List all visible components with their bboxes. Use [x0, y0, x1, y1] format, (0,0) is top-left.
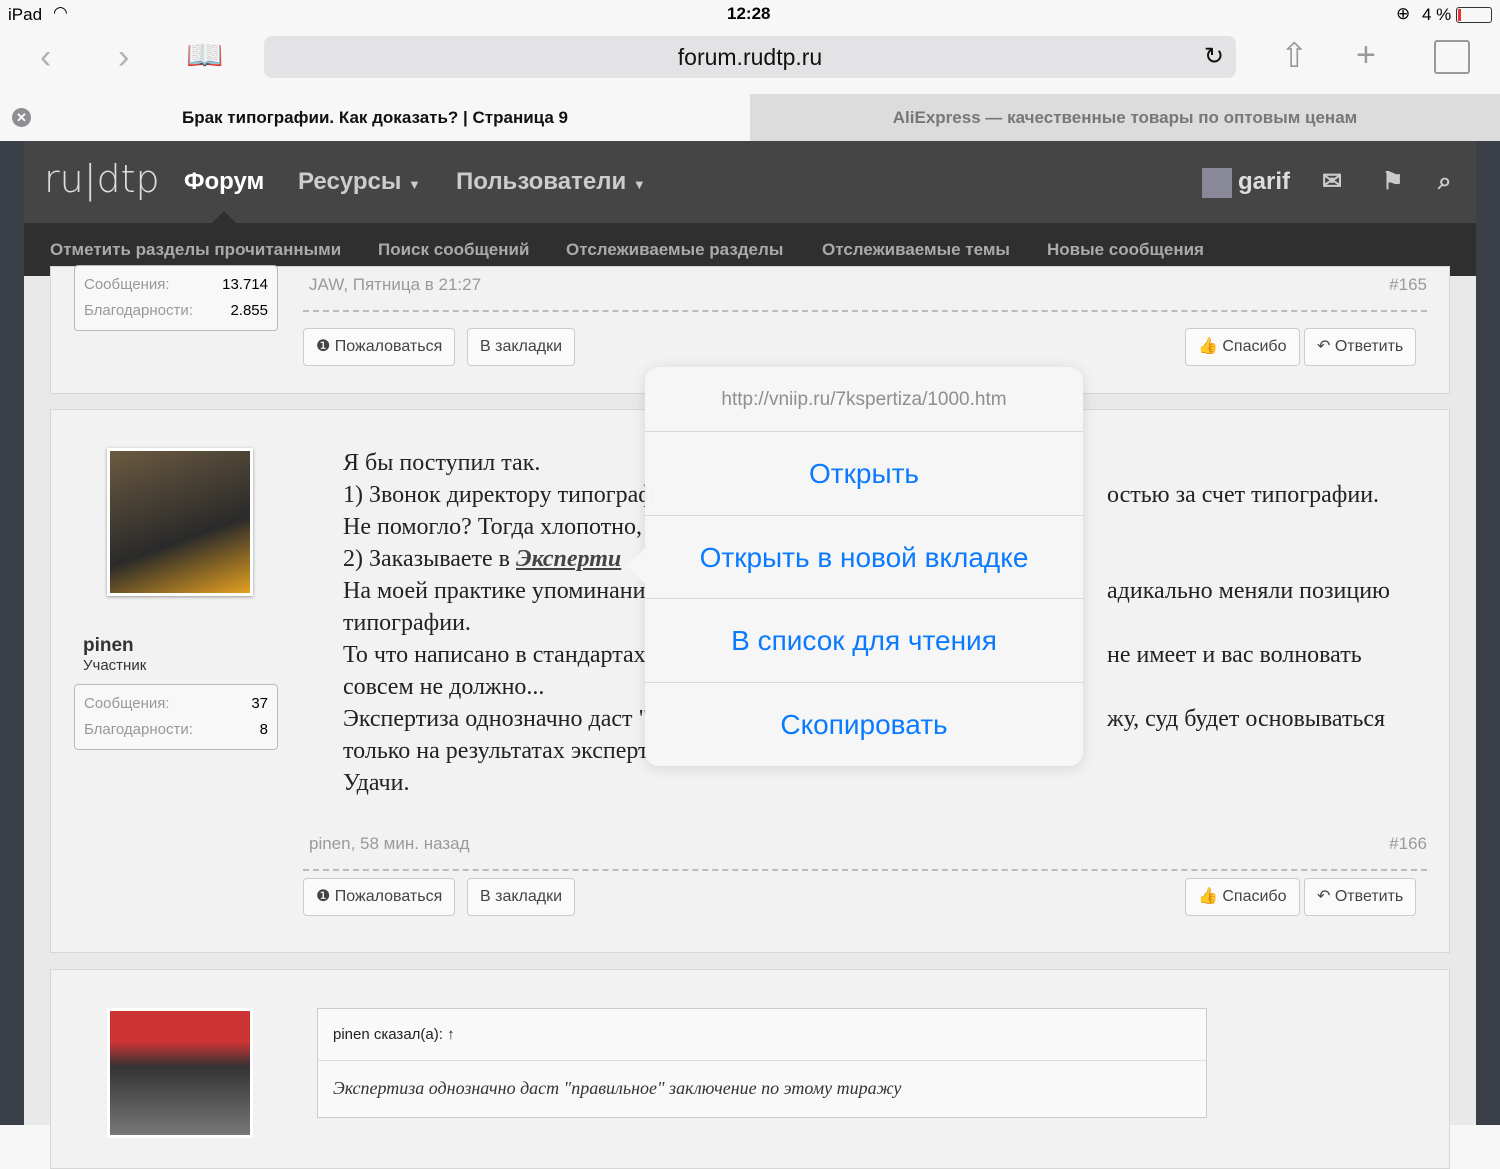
- tab-title: Брак типографии. Как доказать? | Страниц…: [182, 108, 568, 127]
- battery-icon: [1456, 7, 1492, 23]
- address-bar[interactable]: forum.rudtp.ru ↻: [264, 36, 1236, 78]
- post-meta: JAW, Пятница в 21:27: [309, 275, 482, 294]
- post-meta: pinen, 58 мин. назад: [309, 834, 470, 853]
- report-button[interactable]: ❶ Пожаловаться: [303, 328, 456, 366]
- forward-icon[interactable]: ›: [118, 38, 129, 77]
- nav-label: Ресурсы: [298, 168, 402, 195]
- divider: [303, 869, 1427, 871]
- bookmarks-icon[interactable]: 📖: [186, 38, 223, 73]
- search-icon[interactable]: ⌕: [1438, 141, 1451, 223]
- forum-nav: ru|dtp Форум Ресурсы ▼ Пользователи ▼ ga…: [24, 141, 1476, 223]
- thanks-button[interactable]: 👍 Спасибо: [1185, 328, 1300, 366]
- nav-users[interactable]: Пользователи ▼: [456, 141, 646, 226]
- status-bar: iPad ◠ 12:28 ⊕ 4 %: [0, 0, 1500, 30]
- link-context-menu: http://vniip.ru/7kspertiza/1000.htm Откр…: [645, 367, 1083, 766]
- popover-arrow: [627, 548, 645, 584]
- rotation-lock-icon: ⊕: [1396, 4, 1411, 23]
- quote-header[interactable]: pinen сказал(а): ↑: [318, 1009, 1206, 1061]
- post-line: типографии.: [343, 610, 471, 636]
- bookmark-button[interactable]: В закладки: [467, 878, 576, 916]
- thanks-button[interactable]: 👍 Спасибо: [1185, 878, 1300, 916]
- caret-down-icon: ▼: [408, 177, 421, 192]
- clock: 12:28: [727, 4, 771, 23]
- user-stats: Сообщения: 13.714 Благодарности: 2.855: [74, 265, 278, 331]
- new-tab-icon[interactable]: +: [1356, 36, 1376, 75]
- quote-text: Экспертиза однозначно даст "правильное" …: [333, 1078, 902, 1098]
- tab-title: AliExpress — качественные товары по опто…: [892, 108, 1358, 127]
- post-167: pinen сказал(а): ↑ Экспертиза однозначно…: [50, 969, 1450, 1169]
- active-indicator: [212, 211, 236, 223]
- reply-button[interactable]: ↶ Ответить: [1304, 878, 1417, 916]
- link-url: http://vniip.ru/7kspertiza/1000.htm: [645, 367, 1083, 432]
- post-line: Экспертиза однозначно даст " жу, суд буде…: [343, 706, 1386, 732]
- site-logo[interactable]: ru|dtp: [44, 157, 160, 201]
- user-avatar[interactable]: [107, 448, 253, 596]
- share-icon[interactable]: ⇧: [1280, 36, 1309, 76]
- post-line: На моей практике упоминани адикально меня…: [343, 578, 1390, 604]
- caret-down-icon: ▼: [632, 177, 646, 192]
- post-line: Не помогло? Тогда хлопотно,: [343, 514, 643, 540]
- post-number[interactable]: #165: [1389, 275, 1427, 295]
- bookmark-button[interactable]: В закладки: [467, 328, 576, 366]
- url-text: forum.rudtp.ru: [677, 44, 823, 70]
- wifi-icon: ◠: [53, 3, 68, 22]
- post-line: То что написано в стандартах не имеет и в…: [343, 642, 1362, 668]
- user-stats: Сообщения: 37 Благодарности: 8: [74, 684, 278, 750]
- open-link-item[interactable]: Открыть: [645, 432, 1083, 516]
- user-avatar[interactable]: [107, 1008, 253, 1138]
- reply-button[interactable]: ↶ Ответить: [1304, 328, 1417, 366]
- post-line: 1) Звонок директору типограф остью за сче…: [343, 482, 1380, 508]
- username[interactable]: garif: [1238, 141, 1290, 223]
- reload-icon[interactable]: ↻: [1204, 36, 1224, 78]
- close-tab-icon[interactable]: ✕: [12, 108, 31, 127]
- divider: [303, 310, 1427, 312]
- back-icon[interactable]: ‹: [40, 38, 51, 77]
- tab-active[interactable]: ✕ Брак типографии. Как доказать? | Стран…: [0, 94, 750, 141]
- nav-label: Пользователи: [456, 168, 627, 195]
- post-line: Удачи.: [343, 770, 410, 796]
- tab-bar: ✕ Брак типографии. Как доказать? | Стран…: [0, 94, 1500, 141]
- user-avatar[interactable]: [1202, 168, 1232, 198]
- add-to-reading-list-item[interactable]: В список для чтения: [645, 599, 1083, 683]
- post-line: 2) Заказываете в Эксперти: [343, 546, 622, 572]
- open-in-new-tab-item[interactable]: Открыть в новой вкладке: [645, 516, 1083, 599]
- post-username[interactable]: pinen: [83, 635, 134, 657]
- report-button[interactable]: ❶ Пожаловаться: [303, 878, 456, 916]
- user-role: Участник: [83, 657, 147, 674]
- post-line: только на результатах эксперт: [343, 738, 649, 764]
- battery-percent: 4 %: [1422, 5, 1452, 24]
- post-line: Я бы поступил так.: [343, 450, 541, 476]
- mail-icon[interactable]: ✉: [1322, 141, 1342, 223]
- nav-resources[interactable]: Ресурсы ▼: [298, 141, 421, 226]
- device-label: iPad: [8, 5, 43, 24]
- post-number[interactable]: #166: [1389, 834, 1427, 854]
- tabs-icon[interactable]: [1434, 40, 1470, 74]
- copy-link-item[interactable]: Скопировать: [645, 683, 1083, 767]
- post-line: совсем не должно...: [343, 674, 545, 700]
- expertise-link[interactable]: Эксперти: [516, 546, 621, 572]
- tab-inactive[interactable]: AliExpress — качественные товары по опто…: [750, 94, 1500, 141]
- flag-icon[interactable]: ⚑: [1382, 141, 1404, 223]
- quote-block: pinen сказал(а): ↑ Экспертиза однозначно…: [317, 1008, 1207, 1118]
